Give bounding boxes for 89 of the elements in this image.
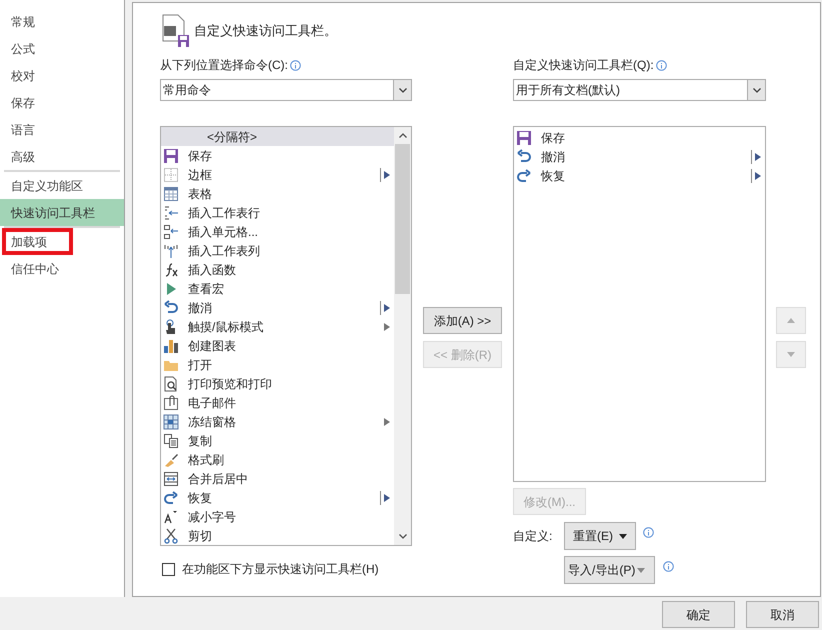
add-button[interactable]: 添加(A) >>	[423, 307, 502, 334]
command-list-item[interactable]: 冻结窗格	[161, 412, 394, 431]
command-list-item[interactable]: 查看宏	[161, 279, 394, 298]
sidebar-item[interactable]: 快速访问工具栏	[0, 199, 124, 226]
undo-arrow-icon	[516, 148, 532, 164]
border-icon	[163, 166, 179, 182]
command-list-item[interactable]: 复制	[161, 431, 394, 450]
function-icon	[163, 262, 179, 278]
sidebar-item[interactable]: 校对	[0, 62, 124, 89]
sidebar-item[interactable]: 常规	[0, 8, 124, 35]
section-title: 自定义快速访问工具栏。	[194, 22, 337, 40]
command-list-item[interactable]: 插入单元格...	[161, 222, 394, 241]
reset-button[interactable]: 重置(E)	[564, 522, 636, 550]
redo-arrow-icon	[516, 168, 532, 184]
field-label: 自定义快速访问工具栏(Q):	[513, 57, 654, 74]
chevron-down-icon	[752, 88, 760, 92]
command-list-item[interactable]: 保存	[514, 128, 765, 147]
command-list-item[interactable]: 撤消	[161, 298, 394, 317]
triangle-down-icon	[787, 352, 795, 357]
submenu-arrow-icon[interactable]	[384, 322, 390, 330]
command-list-item[interactable]: 减小字号	[161, 507, 394, 526]
command-list-item[interactable]: 格式刷	[161, 450, 394, 469]
command-list-item[interactable]: 插入工作表列	[161, 241, 394, 260]
paintbrush-icon	[163, 452, 179, 468]
command-list-item[interactable]: <分隔符>	[161, 127, 394, 146]
command-list-item[interactable]: 触摸/鼠标模式	[161, 317, 394, 336]
checkbox-label: 在功能区下方显示快速访问工具栏(H)	[182, 561, 379, 578]
scrollbar[interactable]	[394, 127, 411, 545]
scissors-icon	[163, 528, 179, 544]
paperclip-page-icon	[163, 394, 179, 410]
scroll-up-icon[interactable]	[398, 133, 406, 138]
insert-row-icon	[163, 204, 179, 220]
magnifier-page-icon	[163, 376, 179, 392]
sidebar-item[interactable]: 高级	[0, 143, 124, 170]
info-icon[interactable]	[290, 60, 301, 70]
ok-button[interactable]: 确定	[662, 601, 735, 628]
sidebar-item[interactable]: 自定义功能区	[0, 172, 124, 199]
submenu-arrow-icon[interactable]	[384, 170, 390, 178]
customize-label: 自定义:	[513, 528, 554, 545]
caret-down-icon	[637, 568, 646, 572]
command-list-item[interactable]: 合并后居中	[161, 469, 394, 488]
command-list-item[interactable]: 恢复	[514, 166, 765, 185]
sidebar-item[interactable]: 公式	[0, 35, 124, 62]
bar-chart-icon	[163, 338, 179, 354]
command-list-item[interactable]: 插入函数	[161, 260, 394, 279]
dropdown-field[interactable]: 用于所有文档(默认)	[513, 79, 766, 101]
submenu-arrow-icon[interactable]	[384, 418, 390, 426]
command-list-item[interactable]: 插入工作表行	[161, 203, 394, 222]
command-list-item[interactable]: 打开	[161, 355, 394, 374]
checkbox[interactable]	[162, 562, 175, 576]
triangle-up-icon	[787, 318, 795, 323]
command-list-item[interactable]: 保存	[161, 146, 394, 165]
import-export-button[interactable]: 导入/导出(P)	[564, 556, 655, 584]
command-list-item[interactable]: 创建图表	[161, 336, 394, 355]
info-icon[interactable]	[656, 60, 667, 70]
table-icon	[163, 186, 179, 202]
info-icon[interactable]	[643, 526, 654, 538]
command-list-item[interactable]: 表格	[161, 184, 394, 203]
command-list-item[interactable]: 剪切	[161, 526, 394, 545]
command-list-item[interactable]: 恢复	[161, 488, 394, 507]
chevron-down-icon	[398, 88, 406, 92]
cancel-button[interactable]: 取消	[746, 601, 819, 628]
printer-document-icon	[160, 14, 190, 48]
undo-arrow-icon	[163, 300, 179, 316]
sidebar-item[interactable]: 加载项	[2, 228, 73, 255]
copy-icon	[163, 432, 179, 448]
command-list-item[interactable]: 电子邮件	[161, 393, 394, 412]
redo-arrow-icon	[163, 490, 179, 506]
field-label: 从下列位置选择命令(C):	[160, 57, 288, 74]
submenu-arrow-icon[interactable]	[384, 494, 390, 502]
info-icon[interactable]	[663, 560, 674, 572]
freeze-grid-icon	[163, 414, 179, 430]
insert-column-icon	[163, 242, 179, 258]
scrollbar-thumb[interactable]	[395, 144, 410, 294]
sidebar-item[interactable]: 信任中心	[0, 255, 124, 282]
submenu-arrow-icon[interactable]	[755, 172, 761, 180]
font-size-icon	[163, 508, 179, 524]
command-list-item[interactable]: 打印预览和打印	[161, 374, 394, 393]
scroll-down-icon[interactable]	[398, 534, 406, 539]
command-list-item[interactable]: 边框	[161, 165, 394, 184]
submenu-arrow-icon[interactable]	[755, 152, 761, 160]
sidebar-item[interactable]: 语言	[0, 116, 124, 143]
submenu-arrow-icon[interactable]	[384, 304, 390, 312]
sidebar-item[interactable]: 保存	[0, 89, 124, 116]
insert-cells-icon	[163, 224, 179, 240]
dropdown-field[interactable]: 常用命令	[160, 79, 412, 101]
merge-cells-icon	[163, 470, 179, 486]
command-list-item[interactable]: 撤消	[514, 147, 765, 166]
caret-down-icon	[619, 534, 627, 538]
